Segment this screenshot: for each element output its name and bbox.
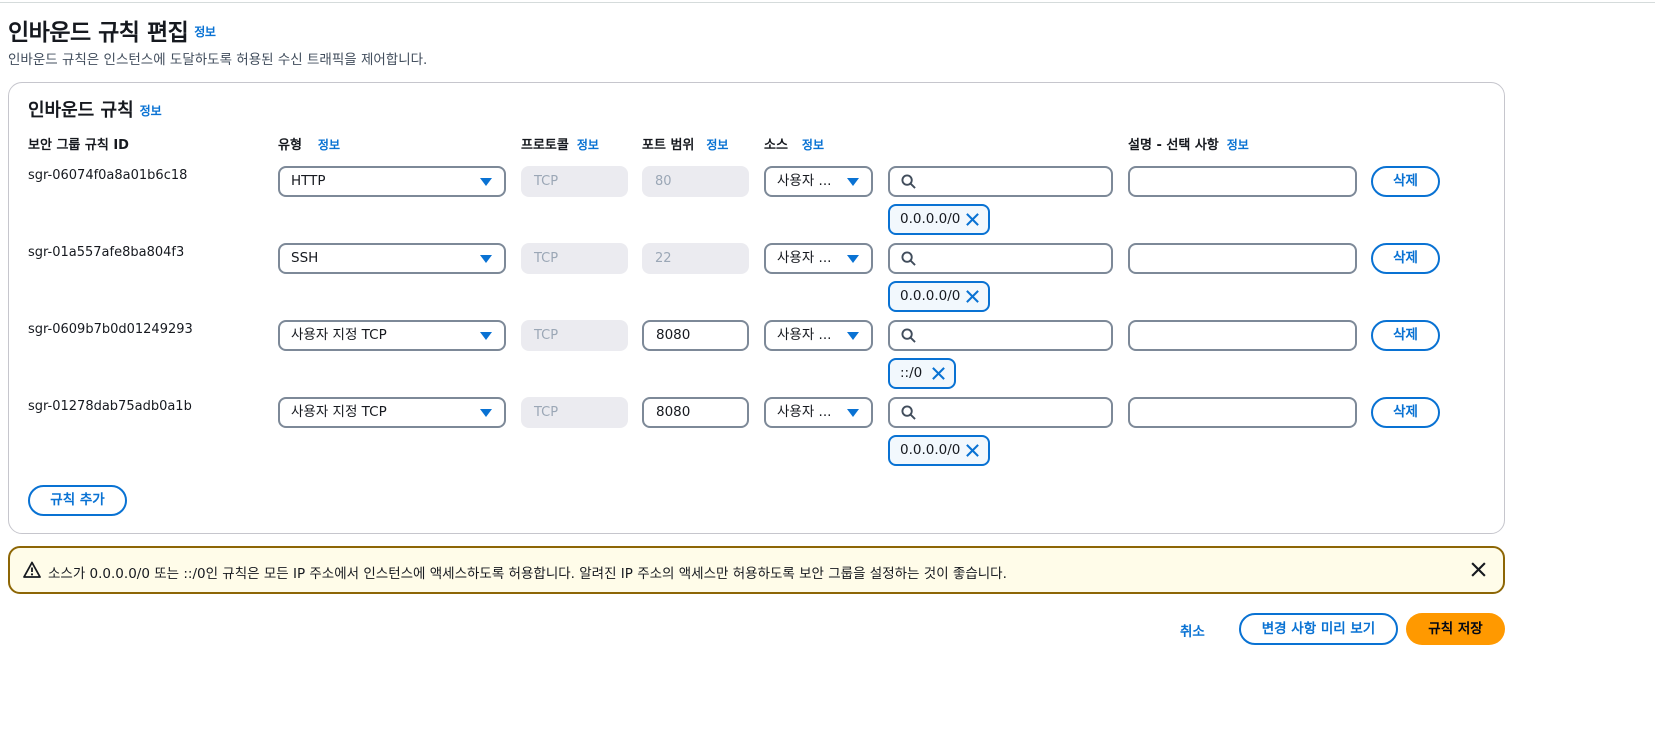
caret-down-icon bbox=[847, 332, 859, 340]
caret-down-icon bbox=[480, 178, 492, 186]
search-icon bbox=[901, 328, 916, 343]
cidr-token-label: ::/0 bbox=[900, 365, 923, 381]
delete-button[interactable]: 삭제 bbox=[1371, 166, 1440, 197]
type-info-link[interactable]: 정보 bbox=[318, 138, 340, 152]
source-info-link[interactable]: 정보 bbox=[802, 138, 824, 152]
top-divider bbox=[0, 2, 1655, 3]
column-header-protocol-label: 프로토콜 bbox=[521, 138, 569, 153]
rule-id: sgr-01278dab75adb0a1b bbox=[28, 399, 192, 414]
column-header-source: 소스 정보 bbox=[764, 134, 824, 153]
type-select-value: HTTP bbox=[291, 173, 326, 189]
description-input[interactable] bbox=[1128, 397, 1357, 428]
port-range-field: 22 bbox=[642, 243, 749, 274]
close-icon[interactable] bbox=[965, 212, 980, 227]
inbound-rules-panel: 인바운드 규칙 정보 보안 그룹 규칙 ID 유형 정보 프로토콜 정보 포트 범위 정… bbox=[8, 82, 1505, 534]
delete-button[interactable]: 삭제 bbox=[1371, 397, 1440, 428]
source-type-value: 사용자 ... bbox=[777, 250, 832, 266]
cidr-token-label: 0.0.0.0/0 bbox=[900, 288, 961, 304]
type-select[interactable]: 사용자 지정 TCP bbox=[278, 397, 506, 428]
security-warning-alert: 소스가 0.0.0.0/0 또는 ::/0인 규칙은 모든 IP 주소에서 인스… bbox=[8, 546, 1505, 594]
page-title-text: 인바운드 규칙 편집 bbox=[8, 20, 189, 46]
type-select[interactable]: 사용자 지정 TCP bbox=[278, 320, 506, 351]
source-type-select[interactable]: 사용자 ... bbox=[764, 397, 873, 428]
column-header-rule-id: 보안 그룹 규칙 ID bbox=[28, 138, 129, 153]
type-select-value: SSH bbox=[291, 250, 319, 266]
cidr-token: 0.0.0.0/0 bbox=[888, 435, 990, 466]
warning-icon bbox=[23, 561, 41, 578]
page-info-link[interactable]: 정보 bbox=[194, 25, 216, 39]
type-select[interactable]: HTTP bbox=[278, 166, 506, 197]
source-type-value: 사용자 ... bbox=[777, 327, 832, 343]
close-icon[interactable] bbox=[1470, 561, 1487, 578]
cidr-token: 0.0.0.0/0 bbox=[888, 204, 990, 235]
cidr-token-label: 0.0.0.0/0 bbox=[900, 442, 961, 458]
description-input[interactable] bbox=[1128, 243, 1357, 274]
cidr-token: ::/0 bbox=[888, 358, 956, 389]
add-rule-button[interactable]: 규칙 추가 bbox=[28, 485, 127, 516]
column-header-description: 설명 - 선택 사항 정보 bbox=[1128, 134, 1249, 153]
protocol-field: TCP bbox=[521, 166, 628, 197]
close-icon[interactable] bbox=[931, 366, 946, 381]
panel-title: 인바운드 규칙 정보 bbox=[28, 96, 162, 122]
delete-button[interactable]: 삭제 bbox=[1371, 243, 1440, 274]
rule-id: sgr-06074f0a8a01b6c18 bbox=[28, 168, 188, 183]
alert-message: 소스가 0.0.0.0/0 또는 ::/0인 규칙은 모든 IP 주소에서 인스… bbox=[48, 566, 1007, 582]
panel-title-text: 인바운드 규칙 bbox=[28, 100, 134, 121]
preview-changes-button[interactable]: 변경 사항 미리 보기 bbox=[1239, 613, 1398, 645]
save-rules-button[interactable]: 규칙 저장 bbox=[1406, 613, 1505, 645]
page-description: 인바운드 규칙은 인스턴스에 도달하도록 허용된 수신 트래픽을 제어합니다. bbox=[8, 52, 428, 68]
cancel-button[interactable]: 취소 bbox=[1180, 620, 1205, 640]
cidr-token-label: 0.0.0.0/0 bbox=[900, 211, 961, 227]
protocol-field: TCP bbox=[521, 320, 628, 351]
source-type-select[interactable]: 사용자 ... bbox=[764, 320, 873, 351]
search-icon bbox=[901, 405, 916, 420]
caret-down-icon bbox=[847, 178, 859, 186]
column-header-port-range-label: 포트 범위 bbox=[642, 138, 695, 153]
close-icon[interactable] bbox=[965, 443, 980, 458]
search-icon bbox=[901, 174, 916, 189]
port-range-input[interactable]: 8080 bbox=[642, 320, 749, 351]
type-select-value: 사용자 지정 TCP bbox=[291, 327, 387, 343]
column-header-protocol: 프로토콜 정보 bbox=[521, 134, 599, 153]
protocol-field: TCP bbox=[521, 243, 628, 274]
protocol-info-link[interactable]: 정보 bbox=[577, 138, 599, 152]
type-select-value: 사용자 지정 TCP bbox=[291, 404, 387, 420]
description-input[interactable] bbox=[1128, 166, 1357, 197]
cidr-search-input[interactable] bbox=[888, 320, 1113, 351]
source-type-select[interactable]: 사용자 ... bbox=[764, 166, 873, 197]
caret-down-icon bbox=[480, 409, 492, 417]
column-header-port-range: 포트 범위 정보 bbox=[642, 134, 728, 153]
rule-id: sgr-0609b7b0d01249293 bbox=[28, 322, 193, 337]
caret-down-icon bbox=[480, 332, 492, 340]
delete-button[interactable]: 삭제 bbox=[1371, 320, 1440, 351]
type-select[interactable]: SSH bbox=[278, 243, 506, 274]
search-icon bbox=[901, 251, 916, 266]
protocol-field: TCP bbox=[521, 397, 628, 428]
caret-down-icon bbox=[480, 255, 492, 263]
source-type-value: 사용자 ... bbox=[777, 404, 832, 420]
description-input[interactable] bbox=[1128, 320, 1357, 351]
panel-info-link[interactable]: 정보 bbox=[140, 104, 162, 118]
port-range-field: 80 bbox=[642, 166, 749, 197]
port-range-input[interactable]: 8080 bbox=[642, 397, 749, 428]
rule-id: sgr-01a557afe8ba804f3 bbox=[28, 245, 185, 260]
close-icon[interactable] bbox=[965, 289, 980, 304]
caret-down-icon bbox=[847, 409, 859, 417]
description-info-link[interactable]: 정보 bbox=[1227, 138, 1249, 152]
column-header-type-label: 유형 bbox=[278, 138, 302, 153]
cidr-search-input[interactable] bbox=[888, 166, 1113, 197]
column-header-description-label: 설명 - 선택 사항 bbox=[1128, 138, 1219, 153]
cidr-token: 0.0.0.0/0 bbox=[888, 281, 990, 312]
source-type-select[interactable]: 사용자 ... bbox=[764, 243, 873, 274]
caret-down-icon bbox=[847, 255, 859, 263]
cidr-search-input[interactable] bbox=[888, 397, 1113, 428]
column-header-type: 유형 정보 bbox=[278, 134, 340, 153]
port-info-link[interactable]: 정보 bbox=[706, 138, 728, 152]
column-header-source-label: 소스 bbox=[764, 138, 788, 153]
cidr-search-input[interactable] bbox=[888, 243, 1113, 274]
page-title: 인바운드 규칙 편집 정보 bbox=[8, 13, 216, 47]
source-type-value: 사용자 ... bbox=[777, 173, 832, 189]
